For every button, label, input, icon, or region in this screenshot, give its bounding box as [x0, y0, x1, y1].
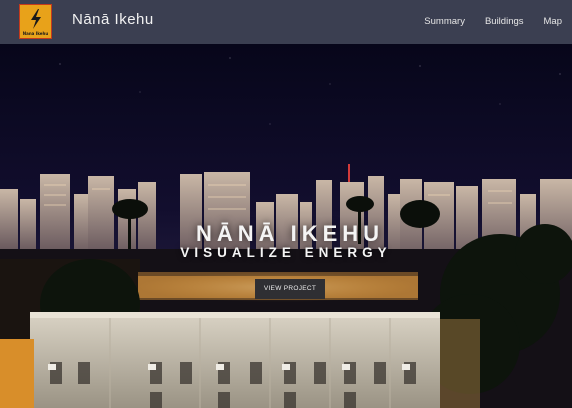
- view-project-button[interactable]: VIEW PROJECT: [255, 279, 325, 299]
- main-nav: Summary Buildings Map: [404, 16, 562, 27]
- nav-link-summary[interactable]: Summary: [424, 16, 465, 27]
- site-logo[interactable]: Nana Ikehu: [19, 4, 52, 39]
- hero-subtitle: VISUALIZE ENERGY: [180, 245, 392, 260]
- nav-link-buildings[interactable]: Buildings: [485, 16, 524, 27]
- hero-banner: NĀNĀ IKEHU VISUALIZE ENERGY VIEW PROJECT: [0, 44, 572, 408]
- hero-title: NĀNĀ IKEHU: [195, 220, 385, 246]
- nav-link-map[interactable]: Map: [544, 16, 562, 27]
- lightning-bolt-icon: [31, 9, 41, 29]
- top-navbar: Nana Ikehu Nānā Ikehu Summary Buildings …: [0, 0, 572, 44]
- site-title[interactable]: Nānā Ikehu: [72, 11, 154, 28]
- logo-caption: Nana Ikehu: [22, 31, 49, 36]
